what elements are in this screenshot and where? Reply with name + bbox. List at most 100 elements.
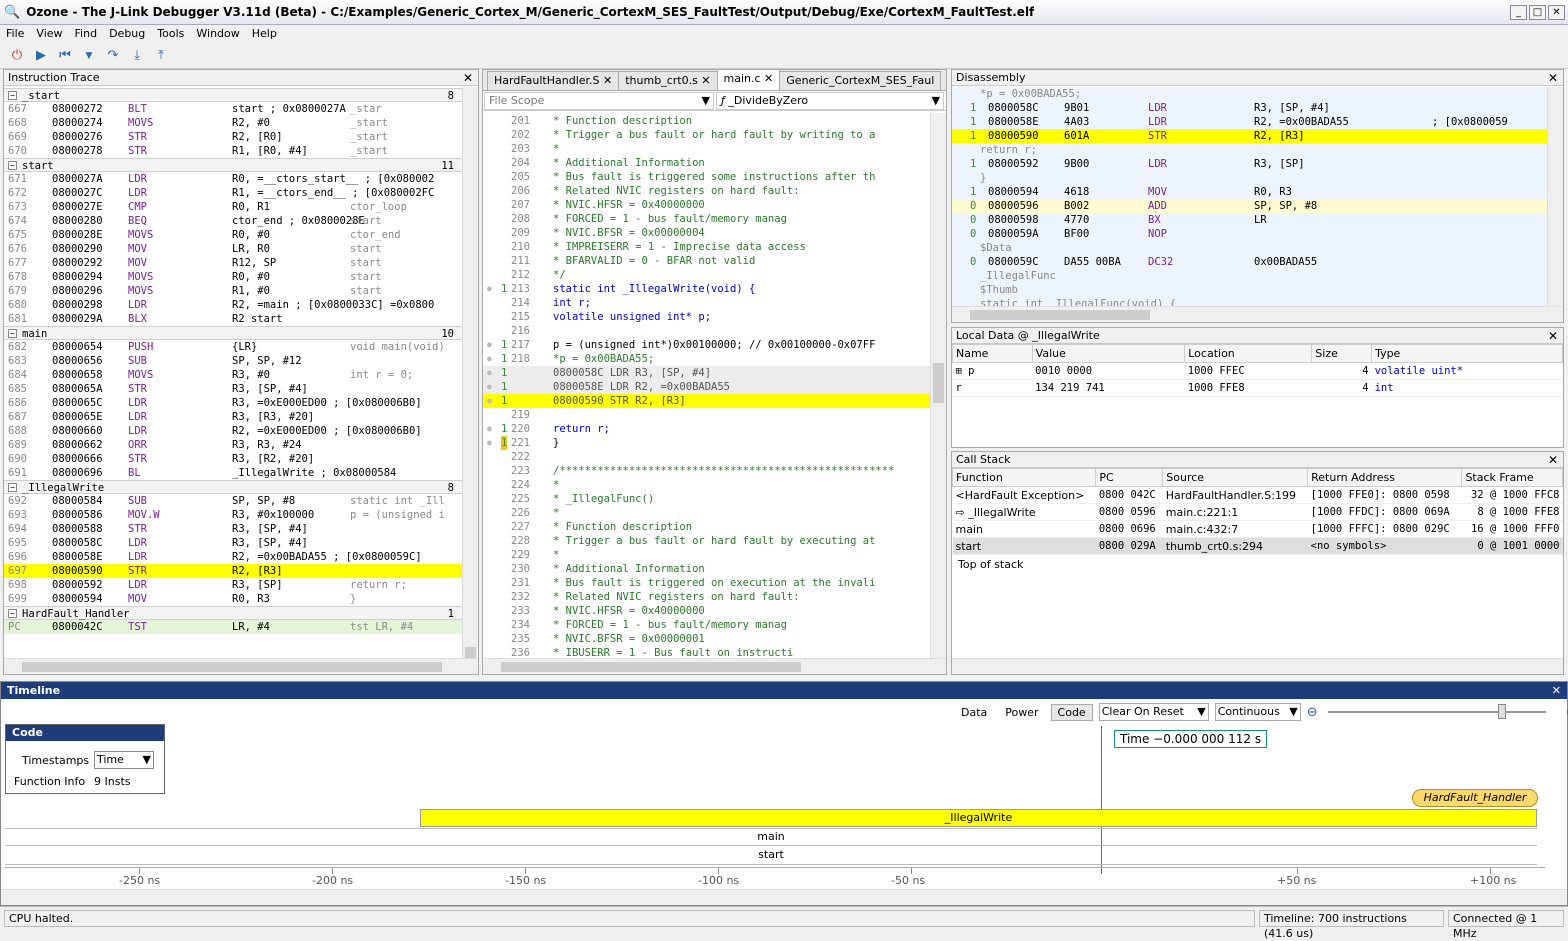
clear-on-reset-select[interactable]: Clear On Reset ▼ [1098, 703, 1209, 721]
locals-row[interactable]: r 134 219 741 1000 FFE8 4 int [952, 379, 1563, 397]
disasm-line[interactable]: 0 08000596 B002 ADD SP, SP, #8 [952, 199, 1547, 213]
source-line[interactable]: 212 */ [483, 268, 930, 282]
menu-help[interactable]: Help [252, 25, 277, 42]
trace-row[interactable]: 692 08000584 SUB SP, SP, #8 static int _Ill [4, 494, 462, 508]
source-line[interactable]: 227 * Function description [483, 520, 930, 534]
tab-code[interactable]: Code [1050, 703, 1093, 721]
function-select[interactable]: ƒ _DivideByZero ▼ [716, 92, 944, 110]
minimize-button[interactable]: _ [1510, 5, 1527, 20]
trace-row[interactable]: 670 08000278 STR R1, [R0, #4] _start [4, 144, 462, 158]
menu-window[interactable]: Window [196, 25, 239, 42]
source-line[interactable]: 207 * NVIC.HFSR = 0x40000000 [483, 198, 930, 212]
trace-group-header[interactable]: − _IllegalWrite 8 [4, 480, 462, 494]
tab-thumb-crt0[interactable]: thumb_crt0.s ✕ [618, 71, 718, 90]
trace-row[interactable]: 667 08000272 BLT start ; 0x0800027A _star [4, 102, 462, 116]
trace-group-header[interactable]: − HardFault_Handler 1 [4, 606, 462, 620]
trace-list[interactable]: − _start 8 667 08000272 BLT start ; 0x0800027A… [4, 88, 462, 658]
trace-row[interactable]: 690 08000666 STR R3, [R2, #20] [4, 452, 462, 466]
trace-row[interactable]: 696 0800058E LDR R2, =0x00BADA55 ; [0x08000… [4, 550, 462, 564]
source-line[interactable]: 223 /************************************… [483, 464, 930, 478]
disasm-line[interactable]: return r; [952, 143, 1547, 157]
menu-view[interactable]: View [36, 25, 62, 42]
callstack-row[interactable]: start 0800 029A thumb_crt0.s:294 <no symbol… [952, 537, 1563, 555]
trace-row[interactable]: 668 08000274 MOVS R2, #0 _start [4, 116, 462, 130]
reset-icon[interactable]: ⏮ [56, 47, 74, 65]
trace-row[interactable]: 679 08000296 MOVS R1, #0 start [4, 284, 462, 298]
bar-hardfault-handler[interactable]: HardFault_Handler [1412, 789, 1538, 807]
bar-illegalwrite[interactable]: _IllegalWrite [420, 809, 1537, 827]
trace-row[interactable]: 678 08000294 MOVS R0, #0 start [4, 270, 462, 284]
close-icon[interactable]: ✕ [1552, 682, 1561, 699]
trace-row[interactable]: 691 08000696 BL _IllegalWrite ; 0x08000584 [4, 466, 462, 480]
source-line[interactable]: 216 [483, 324, 930, 338]
disassembly-list[interactable]: *p = 0x00BADA55; 1 0800058C 9B01 LDR R3, [SP,… [952, 87, 1547, 306]
trace-row[interactable]: 675 0800028E MOVS R0, #0 ctor_end [4, 228, 462, 242]
source-line[interactable]: 225 * _IllegalFunc() [483, 492, 930, 506]
source-line[interactable]: 204 * Additional Information [483, 156, 930, 170]
source-line[interactable]: 236 * IBUSERR = 1 - Bus fault on instruc… [483, 646, 930, 658]
disasm-line[interactable]: *p = 0x00BADA55; [952, 87, 1547, 101]
disasm-line[interactable]: 0 0800059A BF00 NOP [952, 227, 1547, 241]
trace-row[interactable]: 687 0800065E LDR R3, [R3, #20] [4, 410, 462, 424]
trace-row[interactable]: 693 08000586 MOV.W R3, #0x100000 p = (unsign… [4, 508, 462, 522]
source-line[interactable]: ● 1 0800058E LDR R2, =0x00BADA55 [483, 380, 930, 394]
column-header[interactable]: Function [952, 468, 1097, 487]
trace-group-header[interactable]: − main 10 [4, 326, 462, 340]
step-out-icon[interactable]: ⤒ [152, 47, 170, 65]
locals-row[interactable]: ⊞ p 0010 0000 1000 FFEC 4 volatile uint* [952, 362, 1563, 380]
horizontal-scrollbar[interactable] [1, 889, 1567, 905]
source-line[interactable]: 209 * NVIC.BFSR = 0x00000004 [483, 226, 930, 240]
horizontal-scrollbar[interactable] [952, 306, 1563, 322]
disasm-line[interactable]: 1 08000594 4618 MOV R0, R3 [952, 185, 1547, 199]
source-line[interactable]: 231 * Bus fault is triggered on executio… [483, 576, 930, 590]
horizontal-scrollbar[interactable] [952, 658, 1563, 674]
disasm-line[interactable]: 0 08000598 4770 BX LR [952, 213, 1547, 227]
source-line[interactable]: ● 1 220 return r; [483, 422, 930, 436]
trace-row[interactable]: 673 0800027E CMP R0, R1 ctor_loop [4, 200, 462, 214]
trace-row[interactable]: 694 08000588 STR R3, [SP, #4] [4, 522, 462, 536]
menu-tools[interactable]: Tools [157, 25, 184, 42]
disasm-line[interactable]: 1 0800058E 4A03 LDR R2, =0x00BADA55 ; [0x0800… [952, 115, 1547, 129]
trace-row[interactable]: 680 08000298 LDR R2, =main ; [0x0800033C] =… [4, 298, 462, 312]
column-header[interactable]: Type [1371, 344, 1563, 363]
source-line[interactable]: 211 * BFARVALID = 0 - BFAR not valid [483, 254, 930, 268]
disasm-line[interactable]: 1 0800058C 9B01 LDR R3, [SP, #4] [952, 101, 1547, 115]
trace-row[interactable]: 689 08000662 ORR R3, R3, #24 [4, 438, 462, 452]
disasm-line[interactable]: 1 08000592 9B00 LDR R3, [SP] [952, 157, 1547, 171]
menu-file[interactable]: File [6, 25, 24, 42]
source-line[interactable]: 232 * Related NVIC registers on hard fau… [483, 590, 930, 604]
trace-row[interactable]: 677 08000292 MOV R12, SP start [4, 256, 462, 270]
source-code[interactable]: 201 * Function description 202 * Trigger … [483, 114, 930, 658]
step-into-icon[interactable]: ⤓ [128, 47, 146, 65]
trace-row[interactable]: 699 08000594 MOV R0, R3} [4, 592, 462, 606]
trace-row[interactable]: 669 08000276 STR R2, [R0] _start [4, 130, 462, 144]
source-line[interactable]: 205 * Bus fault is triggered some instru… [483, 170, 930, 184]
callstack-row[interactable]: ⇨ _IllegalWrite 0800 0596 main.c:221:1 [100… [952, 503, 1563, 521]
close-button[interactable]: ✕ [1548, 5, 1565, 20]
column-header[interactable]: Return Address [1307, 468, 1463, 487]
tab-main-c[interactable]: main.c ✕ [716, 70, 781, 90]
menu-find[interactable]: Find [75, 25, 98, 42]
resume-icon[interactable]: ▶ [32, 47, 50, 65]
trace-group-header[interactable]: − start 11 [4, 158, 462, 172]
callstack-row[interactable]: <HardFault Exception> 0800 042C HardFaultH… [952, 486, 1563, 504]
zoom-out-icon[interactable]: ⊖ [1307, 705, 1318, 720]
source-line[interactable]: 226 * [483, 506, 930, 520]
bar-start[interactable]: start [5, 847, 1537, 865]
trace-row[interactable]: 688 08000660 LDR R2, =0xE000ED00 ; [0x08000… [4, 424, 462, 438]
collapse-icon[interactable]: − [8, 91, 17, 100]
source-line[interactable]: 233 * NVIC.HFSR = 0x40000000 [483, 604, 930, 618]
source-line[interactable]: 228 * Trigger a bus fault or hard fault … [483, 534, 930, 548]
source-line[interactable]: ● 1 08000590 STR R2, [R3] [483, 394, 930, 408]
trace-row[interactable]: 695 0800058C LDR R3, [SP, #4] [4, 536, 462, 550]
column-header[interactable]: Size [1311, 344, 1373, 363]
trace-row[interactable]: 681 0800029A BLX R2 start [4, 312, 462, 326]
timestamps-select[interactable]: Time ▼ [94, 751, 154, 769]
bar-main[interactable]: main [5, 828, 1537, 846]
source-line[interactable]: 206 * Related NVIC registers on hard fau… [483, 184, 930, 198]
trace-row[interactable]: 671 0800027A LDR R0, =__ctors_start__ ; [0x… [4, 172, 462, 186]
column-header[interactable]: Name [952, 344, 1033, 363]
column-header[interactable]: Source [1162, 468, 1309, 487]
trace-row[interactable]: 697 08000590 STR R2, [R3] [4, 564, 462, 578]
power-icon[interactable]: ⏻ [8, 47, 26, 65]
